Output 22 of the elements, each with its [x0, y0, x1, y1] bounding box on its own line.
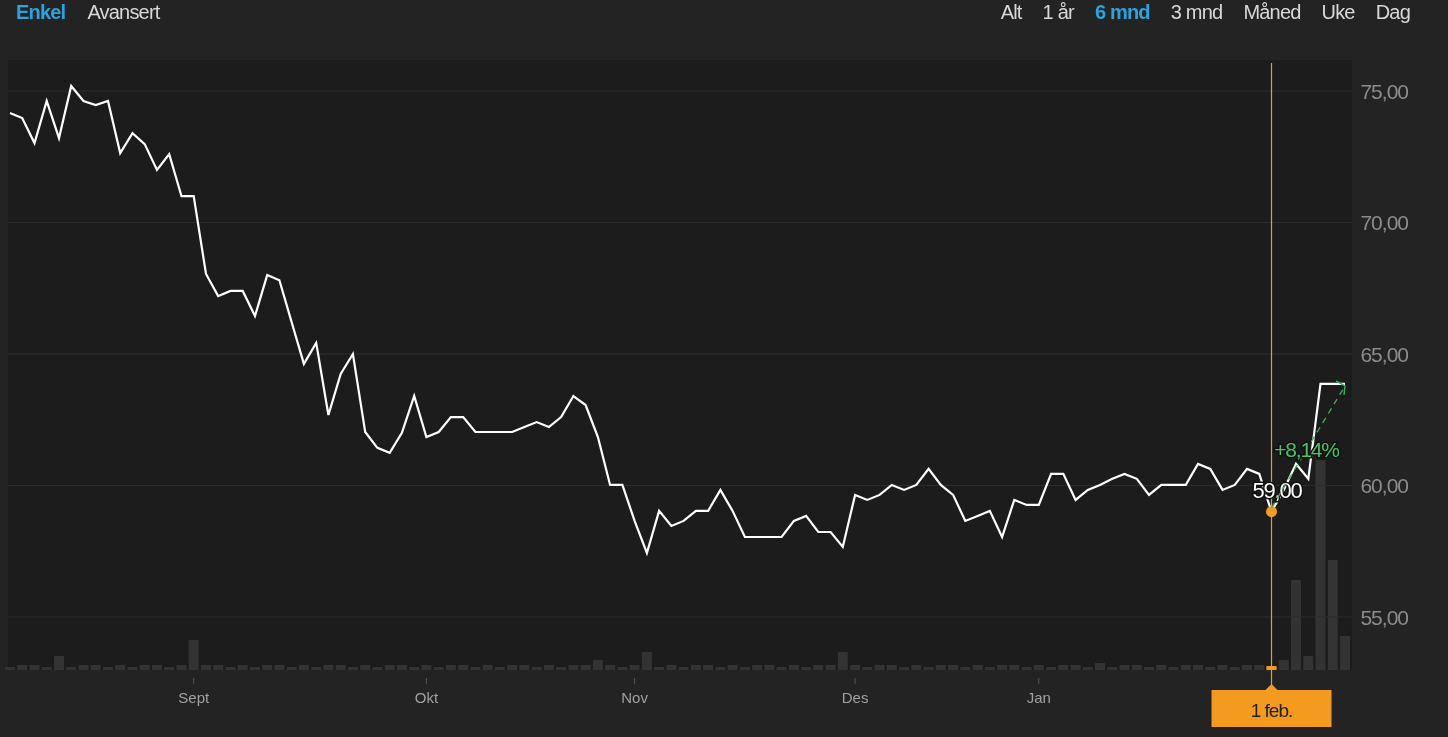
cursor-marker	[1266, 666, 1277, 670]
y-axis-label: 75,00	[1360, 80, 1408, 104]
x-axis-label: Sept	[178, 689, 210, 706]
view-tab[interactable]: Avansert	[87, 0, 160, 24]
y-axis-label: 55,00	[1360, 605, 1408, 629]
range-tab[interactable]: 1 år	[1042, 0, 1074, 24]
cursor-dot	[1266, 506, 1277, 518]
x-axis-label: Des	[841, 689, 869, 706]
range-tab[interactable]: Måned	[1243, 0, 1301, 24]
range-tab[interactable]: Uke	[1321, 0, 1355, 24]
y-axis-label: 65,00	[1360, 342, 1408, 366]
range-tab[interactable]: 3 mnd	[1170, 0, 1223, 24]
range-tab[interactable]: 6 mnd	[1094, 0, 1150, 24]
y-axis-label: 70,00	[1360, 211, 1408, 235]
range-tab[interactable]: Alt	[1000, 0, 1022, 24]
x-axis-label: Okt	[414, 689, 439, 706]
view-tab[interactable]: Enkel	[16, 0, 66, 24]
range-tab[interactable]: Dag	[1375, 0, 1410, 24]
date-label: 1 feb.	[1250, 700, 1293, 721]
y-axis-label: 60,00	[1360, 474, 1408, 498]
x-axis-label: Nov	[621, 689, 648, 706]
x-axis-label: Jan	[1026, 689, 1051, 706]
